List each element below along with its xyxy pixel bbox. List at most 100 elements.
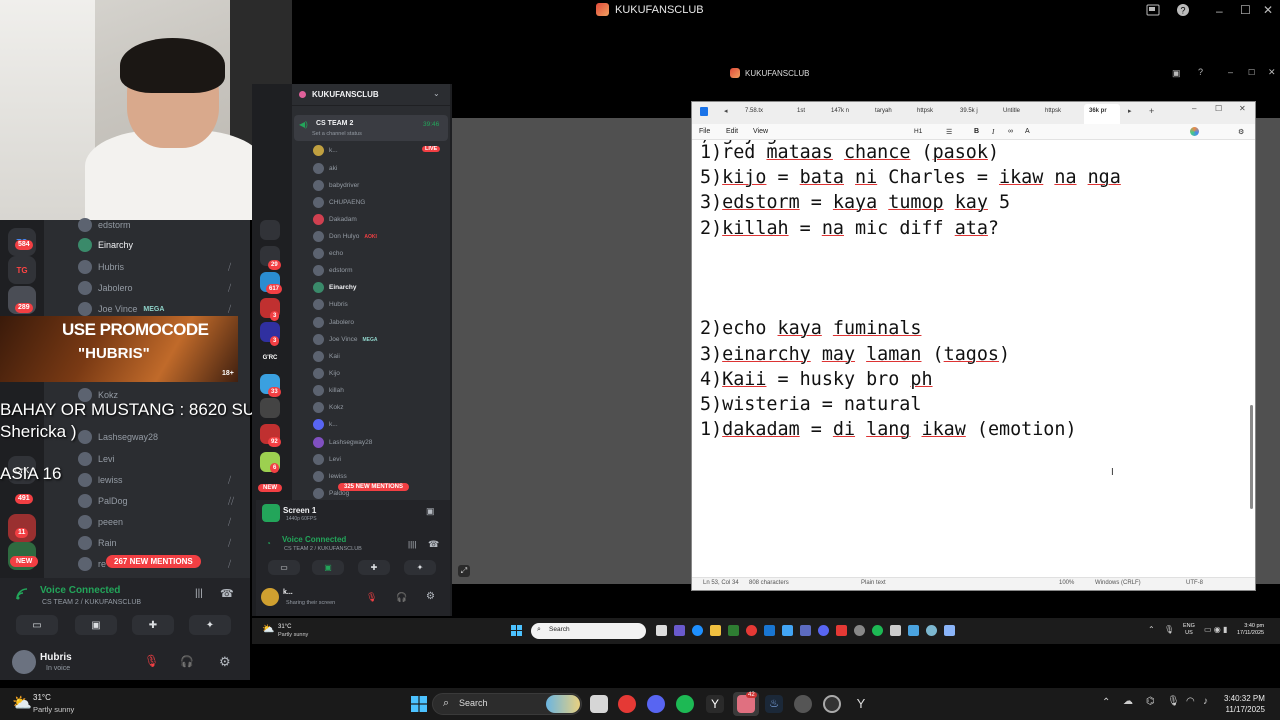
copilot-icon[interactable] [1190,127,1199,136]
new-badge[interactable]: NEW [10,556,39,567]
app-icon[interactable] [890,625,901,636]
disconnect-icon[interactable]: ☎ [220,587,234,600]
member-item[interactable]: Don Hulyo AOKI [313,231,377,242]
member-item[interactable]: PalDog [78,494,128,508]
member-item[interactable]: Joe Vince MEGA [78,302,164,316]
avatar[interactable] [261,588,279,606]
minimize-icon[interactable]: – [1216,4,1223,18]
member-item[interactable]: Jabolero [313,317,354,328]
app-icon[interactable] [926,625,937,636]
tab-scroll-left-icon[interactable]: ◂ [724,107,728,115]
y-app-icon-2[interactable]: Y [852,695,870,713]
notepad-tab[interactable]: 7.58.tx [745,108,763,114]
member-item[interactable]: babydriver [313,180,359,191]
chevron-down-icon[interactable]: ⌄ [433,89,440,98]
notepad-tab[interactable]: 147k n [831,108,849,114]
network-icon[interactable]: ⌬ [1146,696,1155,707]
cloud-sync-icon[interactable]: ☁ [1123,696,1133,707]
mic-tray-icon[interactable]: 🎙 [1167,696,1180,707]
member-item[interactable]: Lashsegway28 [313,437,372,448]
app-icon[interactable] [794,695,812,713]
member-item[interactable]: Hubris [78,260,124,274]
taskbar-clock[interactable]: 3:40:32 PM 11/17/2025 [1224,693,1265,715]
tab-scroll-right-icon[interactable]: ▸ [1128,107,1132,115]
volume-icon[interactable]: ♪ [1203,696,1208,707]
member-item[interactable]: Einarchy [78,238,133,252]
new-mentions-pill[interactable]: 325 NEW MENTIONS [338,483,410,491]
tray-chevron-icon[interactable]: ⌃ [1102,697,1110,708]
file-explorer-icon[interactable] [710,625,721,636]
clear-format-icon[interactable]: A [1025,128,1030,135]
network-volume-icons[interactable]: ▭ ◉ ▮ [1204,625,1227,634]
heading-dropdown[interactable]: H1 [914,128,922,135]
notepad-tab[interactable]: httpsk [1045,108,1061,114]
list-icon[interactable]: ☰ [946,128,952,136]
steam-icon[interactable] [944,625,955,636]
noise-suppression-icon[interactable]: ||| [195,588,203,599]
help-icon[interactable]: ? [1176,3,1190,17]
notepad-text-area[interactable]: 1)red mataas chance (pasok) 5)kijo = bata… [700,140,1250,442]
valorant-icon[interactable] [836,625,847,636]
activities-button[interactable]: ✚ [132,615,174,635]
member-item[interactable]: Kijo [313,368,340,379]
member-item[interactable]: Jabolero [78,281,133,295]
headphones-icon[interactable]: 🎧 [396,592,407,603]
y-app-icon[interactable]: Y [706,695,724,713]
settings-gear-icon[interactable]: ⚙ [219,654,231,670]
member-item[interactable]: Levi [313,454,341,465]
soundboard-button[interactable]: ✦ [189,615,231,635]
new-badge[interactable]: NEW [258,484,282,492]
task-view-icon[interactable] [656,625,667,636]
discord2-server-header[interactable]: KUKUFANSCLUB [292,84,450,106]
member-item[interactable]: aki [313,163,337,174]
server-icon[interactable] [260,398,280,418]
notepad-tab[interactable]: 39.5k j [960,108,978,114]
active-voice-channel[interactable] [294,115,448,141]
new-tab-icon[interactable]: + [1149,106,1154,116]
steam-icon[interactable]: ♨ [765,695,783,713]
discord-icon[interactable] [647,695,665,713]
notepad-tab[interactable]: httpsk [917,108,933,114]
member-item[interactable]: echo [313,248,343,259]
notepad-taskbar-icon[interactable] [908,625,919,636]
member-item[interactable]: Dakadam [313,214,357,225]
popout-icon[interactable]: ⤢ [458,565,470,577]
new-mentions-pill[interactable]: 267 NEW MENTIONS [106,555,201,568]
menu-file[interactable]: File [699,128,710,135]
teams-icon[interactable] [800,625,811,636]
notepad-tab-active[interactable]: 36k pr [1089,108,1107,114]
app-icon[interactable] [823,695,841,713]
copilot-app-icon[interactable] [674,625,685,636]
member-item[interactable]: CHUPAENG [313,197,365,208]
screen-share-button[interactable]: ▣ [75,615,117,635]
wifi-icon[interactable]: ◠ [1186,696,1195,707]
italic-icon[interactable]: I [992,128,994,136]
edge-icon[interactable] [692,625,703,636]
discord-icon[interactable] [818,625,829,636]
chrome-icon[interactable] [618,695,636,713]
notepad-tab[interactable]: 1st [797,108,805,114]
picture-in-picture-icon[interactable] [1146,3,1160,17]
task-view-icon[interactable] [590,695,608,713]
store-icon[interactable] [728,625,739,636]
disconnect-icon[interactable]: ☎ [428,539,439,550]
soundboard-button[interactable]: ✦ [404,560,436,575]
chrome-icon[interactable] [746,625,757,636]
np-maximize-icon[interactable]: ☐ [1215,104,1222,113]
member-item[interactable]: Kaii [313,351,340,362]
camera-button[interactable]: ▭ [268,560,300,575]
camera-off-button[interactable]: ▭ [16,615,58,635]
member-item[interactable]: re [78,557,106,571]
member-item[interactable]: Hubris [313,299,348,310]
member-item[interactable]: edstorm [313,265,352,276]
notepad-tab[interactable]: taryah [875,108,892,114]
server-icon-tg-red[interactable]: TG [8,256,36,284]
windows-start-icon[interactable] [511,625,522,636]
picture-in-picture-icon[interactable]: ▣ [1172,68,1181,79]
settings-gear-icon[interactable]: ⚙ [426,591,435,602]
spotify-icon[interactable] [872,625,883,636]
notepad-scrollbar[interactable] [1250,405,1253,509]
app-icon[interactable] [854,625,865,636]
server-icon[interactable] [260,220,280,240]
member-item[interactable]: Kokz [313,402,343,413]
